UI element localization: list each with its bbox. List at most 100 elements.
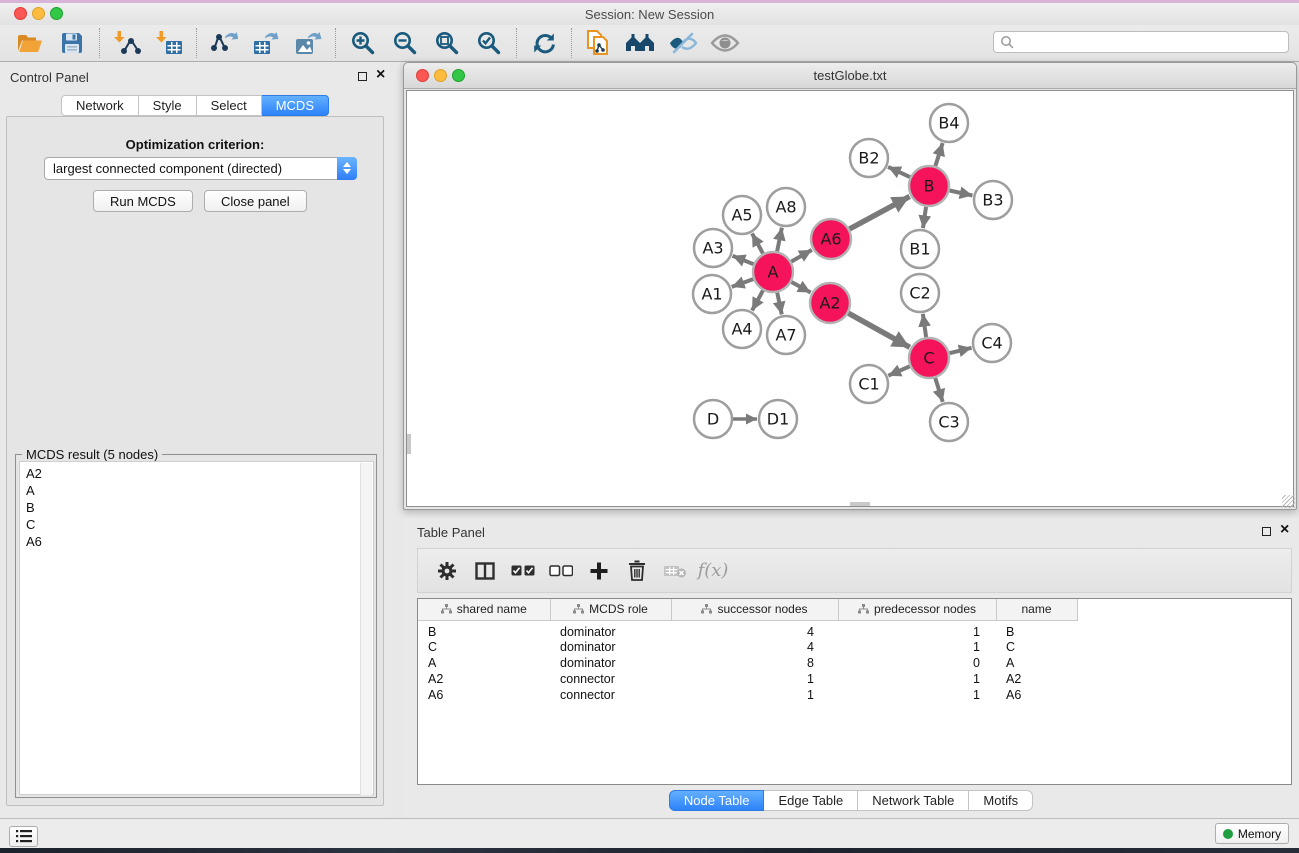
node-A8[interactable]: A8 bbox=[767, 188, 805, 226]
run-mcds-button[interactable]: Run MCDS bbox=[93, 190, 193, 212]
tab-select[interactable]: Select bbox=[197, 95, 262, 116]
node-D1[interactable]: D1 bbox=[759, 400, 797, 438]
close-panel-button[interactable]: Close panel bbox=[204, 190, 307, 212]
result-scrollbar[interactable] bbox=[360, 463, 372, 795]
edge-C-C3[interactable] bbox=[935, 378, 942, 402]
open-file-icon[interactable] bbox=[13, 28, 47, 58]
float-panel-icon[interactable] bbox=[358, 72, 367, 81]
table-row-A6[interactable]: A6connector11A6 bbox=[418, 687, 1292, 703]
node-D[interactable]: D bbox=[694, 400, 732, 438]
add-column-icon[interactable] bbox=[580, 554, 618, 588]
edge-A-A4[interactable] bbox=[752, 290, 763, 310]
result-item-b[interactable]: B bbox=[26, 499, 373, 516]
column-visibility-icon[interactable] bbox=[466, 554, 504, 588]
export-image-icon[interactable] bbox=[291, 28, 325, 58]
node-C3[interactable]: C3 bbox=[930, 403, 968, 441]
node-A4[interactable]: A4 bbox=[723, 310, 761, 348]
result-item-a2[interactable]: A2 bbox=[26, 465, 373, 482]
edge-B-B1[interactable] bbox=[923, 207, 926, 228]
tab-network[interactable]: Network bbox=[61, 95, 139, 116]
delete-table-icon[interactable] bbox=[656, 554, 694, 588]
clone-network-icon[interactable] bbox=[582, 28, 616, 58]
tab-style[interactable]: Style bbox=[139, 95, 197, 116]
network-canvas[interactable]: B4 B2 B B3 A5A8A6 B1 A3 A C2 A1 A2 A4A7 C4 C C1 C3 D D1 bbox=[406, 90, 1294, 507]
zoom-selected-icon[interactable] bbox=[472, 28, 506, 58]
table-row-A[interactable]: Adominator80A bbox=[418, 655, 1292, 671]
memory-button[interactable]: Memory bbox=[1215, 823, 1289, 844]
zoom-out-icon[interactable] bbox=[388, 28, 422, 58]
edge-A-A6[interactable] bbox=[791, 250, 812, 262]
export-table-icon[interactable] bbox=[249, 28, 283, 58]
task-history-button[interactable] bbox=[9, 826, 38, 847]
first-neighbors-icon[interactable] bbox=[624, 28, 658, 58]
select-all-icon[interactable] bbox=[504, 554, 542, 588]
table-row-C[interactable]: Cdominator41C bbox=[418, 639, 1292, 655]
mcds-result-list[interactable]: A2ABCA6 bbox=[19, 461, 374, 795]
node-A2[interactable]: A2 bbox=[810, 283, 850, 323]
result-item-a[interactable]: A bbox=[26, 482, 373, 499]
node-B1[interactable]: B1 bbox=[901, 230, 939, 268]
search-field[interactable] bbox=[993, 31, 1289, 53]
zoom-fit-icon[interactable] bbox=[430, 28, 464, 58]
search-input[interactable] bbox=[1018, 35, 1268, 49]
pane-collapse-handle[interactable] bbox=[850, 502, 870, 506]
edge-B-B4[interactable] bbox=[935, 143, 942, 166]
criterion-select[interactable]: largest connected component (directed) bbox=[44, 157, 357, 180]
column-header-shared-name[interactable]: shared name bbox=[418, 599, 550, 620]
node-A5[interactable]: A5 bbox=[723, 196, 761, 234]
table-row-B[interactable]: Bdominator41B bbox=[418, 620, 1292, 639]
delete-column-icon[interactable] bbox=[618, 554, 656, 588]
result-item-a6[interactable]: A6 bbox=[26, 533, 373, 550]
resize-grip-icon[interactable] bbox=[1282, 495, 1295, 508]
tab-node-table[interactable]: Node Table bbox=[669, 790, 765, 811]
edge-A-A1[interactable] bbox=[732, 279, 753, 287]
node-B4[interactable]: B4 bbox=[930, 104, 968, 142]
node-C4[interactable]: C4 bbox=[973, 324, 1011, 362]
node-B2[interactable]: B2 bbox=[850, 139, 888, 177]
tab-mcds[interactable]: MCDS bbox=[262, 95, 329, 116]
show-all-icon[interactable] bbox=[708, 28, 742, 58]
export-network-icon[interactable] bbox=[207, 28, 241, 58]
edge-C-C2[interactable] bbox=[923, 314, 926, 337]
column-header-successor-nodes[interactable]: successor nodes bbox=[671, 599, 838, 620]
network-graph[interactable]: B4 B2 B B3 A5A8A6 B1 A3 A C2 A1 A2 A4A7 C4 C C1 C3 D D1 bbox=[407, 91, 1293, 506]
node-A6[interactable]: A6 bbox=[811, 219, 851, 259]
function-builder-icon[interactable]: f(x) bbox=[694, 554, 732, 588]
deselect-all-icon[interactable] bbox=[542, 554, 580, 588]
node-table-container[interactable]: shared nameMCDS rolesuccessor nodesprede… bbox=[417, 598, 1292, 785]
column-header-mcds-role[interactable]: MCDS role bbox=[550, 599, 671, 620]
import-network-icon[interactable] bbox=[110, 28, 144, 58]
node-A1[interactable]: A1 bbox=[693, 275, 731, 313]
result-item-c[interactable]: C bbox=[26, 516, 373, 533]
node-A7[interactable]: A7 bbox=[767, 316, 805, 354]
node-C[interactable]: C bbox=[909, 338, 949, 378]
edge-A-A5[interactable] bbox=[752, 233, 763, 253]
edge-C-C1[interactable] bbox=[888, 366, 909, 375]
edge-A6-B[interactable] bbox=[849, 196, 909, 229]
pane-collapse-handle[interactable] bbox=[407, 434, 411, 454]
node-B[interactable]: B bbox=[909, 166, 949, 206]
edge-A-A8[interactable] bbox=[777, 228, 782, 252]
tab-edge-table[interactable]: Edge Table bbox=[764, 790, 858, 811]
hide-selected-icon[interactable] bbox=[666, 28, 700, 58]
network-window-titlebar[interactable]: testGlobe.txt bbox=[404, 63, 1296, 89]
edge-A-A7[interactable] bbox=[777, 293, 782, 315]
edge-A-A2[interactable] bbox=[791, 282, 810, 292]
node-A[interactable]: A bbox=[753, 252, 793, 292]
edge-C-C4[interactable] bbox=[949, 348, 971, 353]
node-B3[interactable]: B3 bbox=[974, 181, 1012, 219]
float-table-panel-icon[interactable] bbox=[1262, 527, 1271, 536]
node-C1[interactable]: C1 bbox=[850, 365, 888, 403]
close-table-panel-icon[interactable]: × bbox=[1280, 525, 1289, 535]
save-session-icon[interactable] bbox=[55, 28, 89, 58]
apply-layout-icon[interactable] bbox=[527, 28, 561, 58]
tab-motifs[interactable]: Motifs bbox=[969, 790, 1033, 811]
import-table-icon[interactable] bbox=[152, 28, 186, 58]
edge-B-B2[interactable] bbox=[888, 167, 910, 177]
edge-A2-C[interactable] bbox=[848, 313, 909, 347]
table-settings-icon[interactable] bbox=[428, 554, 466, 588]
zoom-in-icon[interactable] bbox=[346, 28, 380, 58]
close-panel-icon[interactable]: × bbox=[376, 70, 385, 80]
node-C2[interactable]: C2 bbox=[901, 274, 939, 312]
node-A3[interactable]: A3 bbox=[694, 229, 732, 267]
